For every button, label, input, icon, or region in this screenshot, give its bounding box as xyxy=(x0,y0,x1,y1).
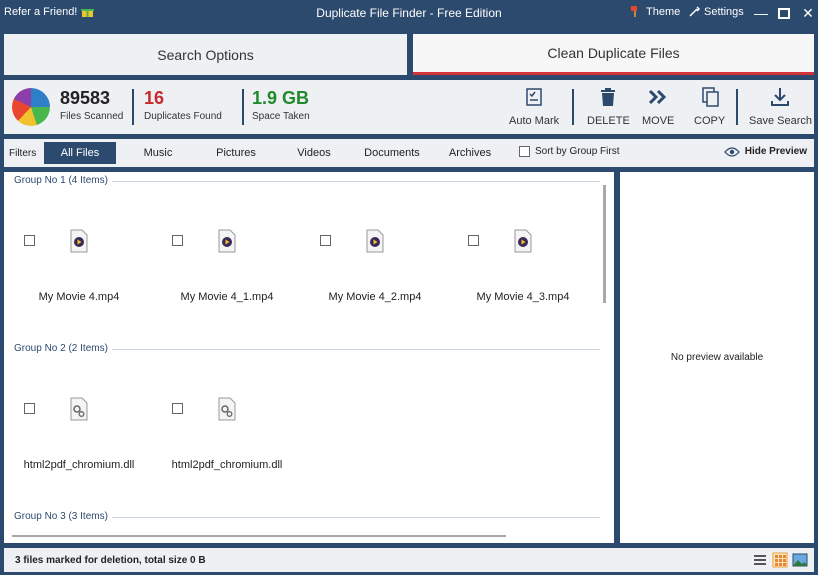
dll-file-icon xyxy=(218,397,236,421)
file-checkbox[interactable] xyxy=(24,235,35,246)
main-tabs: Search Options Clean Duplicate Files xyxy=(4,34,814,75)
status-text: 3 files marked for deletion, total size … xyxy=(15,555,206,566)
space-taken-label: Space Taken xyxy=(252,111,310,122)
file-checkbox[interactable] xyxy=(172,403,183,414)
minimize-icon: — xyxy=(754,5,768,21)
save-search-button[interactable]: Save Search xyxy=(749,86,812,127)
file-name: html2pdf_chromium.dll xyxy=(23,459,135,471)
tab-search-options[interactable]: Search Options xyxy=(4,34,407,75)
stats-bar: 89583 Files Scanned 16 Duplicates Found … xyxy=(4,80,814,134)
move-label: MOVE xyxy=(642,115,675,127)
file-item[interactable]: My Movie 4_2.mp4 xyxy=(300,229,440,325)
settings-label: Settings xyxy=(704,5,744,18)
move-chevrons-icon xyxy=(649,89,667,105)
video-file-icon xyxy=(70,229,88,253)
space-taken-value: 1.9 GB xyxy=(252,88,310,108)
close-icon: ✕ xyxy=(802,4,814,21)
filter-bar: Filters All Files Music Pictures Videos … xyxy=(4,139,814,167)
tab-clean-duplicate-files[interactable]: Clean Duplicate Files xyxy=(413,34,814,75)
list-view-icon[interactable] xyxy=(752,552,768,568)
maximize-icon xyxy=(778,7,790,19)
file-name: My Movie 4_3.mp4 xyxy=(476,291,570,303)
grid-view-icon[interactable] xyxy=(772,552,788,568)
file-name: My Movie 4.mp4 xyxy=(38,291,120,303)
hide-preview-label: Hide Preview xyxy=(744,146,807,157)
auto-mark-icon xyxy=(526,88,542,106)
eye-icon xyxy=(723,146,740,157)
preview-pane: No preview available xyxy=(620,172,814,543)
vertical-scrollbar[interactable] xyxy=(603,185,606,303)
delete-button[interactable]: DELETE xyxy=(587,86,630,127)
divider xyxy=(736,89,738,125)
pie-chart-icon xyxy=(12,88,50,126)
sort-by-group-label: Sort by Group First xyxy=(535,146,620,157)
video-file-icon xyxy=(366,229,384,253)
close-button[interactable]: ✕ xyxy=(797,3,818,23)
file-item[interactable]: My Movie 4_3.mp4 xyxy=(448,229,588,325)
horizontal-scrollbar[interactable] xyxy=(12,535,506,537)
theme-label: Theme xyxy=(646,5,681,18)
file-name: html2pdf_chromium.dll xyxy=(171,459,283,471)
theme-button[interactable]: Theme xyxy=(630,5,680,18)
filter-videos[interactable]: Videos xyxy=(278,142,350,164)
video-file-icon xyxy=(514,229,532,253)
group-header: Group No 2 (2 Items) xyxy=(14,343,112,354)
hide-preview-button[interactable]: Hide Preview xyxy=(723,146,807,157)
duplicates-found-label: Duplicates Found xyxy=(144,111,222,122)
video-file-icon xyxy=(218,229,236,253)
settings-tools-icon xyxy=(689,6,701,17)
minimize-button[interactable]: — xyxy=(750,3,772,23)
results-pane: Group No 1 (4 Items) My Movie 4.mp4 My M… xyxy=(4,172,614,543)
preview-placeholder: No preview available xyxy=(670,352,764,363)
file-checkbox[interactable] xyxy=(468,235,479,246)
file-item[interactable]: html2pdf_chromium.dll xyxy=(4,397,144,493)
auto-mark-label: Auto Mark xyxy=(509,115,560,127)
file-checkbox[interactable] xyxy=(24,403,35,414)
trash-icon xyxy=(601,88,616,106)
group-header: Group No 3 (3 Items) xyxy=(14,511,112,522)
files-scanned-stat: 89583 Files Scanned xyxy=(60,88,123,122)
copy-icon xyxy=(701,87,719,107)
settings-button[interactable]: Settings xyxy=(688,5,744,18)
title-bar: Refer a Friend! Duplicate File Finder - … xyxy=(0,0,818,26)
file-checkbox[interactable] xyxy=(172,235,183,246)
file-checkbox[interactable] xyxy=(320,235,331,246)
file-item[interactable]: My Movie 4.mp4 xyxy=(4,229,144,325)
dll-file-icon xyxy=(70,397,88,421)
file-item[interactable]: My Movie 4_1.mp4 xyxy=(152,229,292,325)
files-scanned-label: Files Scanned xyxy=(60,111,124,122)
filter-archives[interactable]: Archives xyxy=(434,142,506,164)
copy-button[interactable]: COPY xyxy=(694,86,725,127)
space-taken-stat: 1.9 GB Space Taken xyxy=(252,88,310,122)
filter-all-files[interactable]: All Files xyxy=(44,142,116,164)
filter-pictures[interactable]: Pictures xyxy=(200,142,272,164)
status-bar: 3 files marked for deletion, total size … xyxy=(4,548,814,572)
group-header: Group No 1 (4 Items) xyxy=(14,175,112,186)
delete-label: DELETE xyxy=(587,115,630,127)
download-icon xyxy=(771,88,790,106)
maximize-button[interactable] xyxy=(773,3,795,23)
divider xyxy=(572,89,574,125)
divider xyxy=(242,89,244,125)
auto-mark-button[interactable]: Auto Mark xyxy=(509,86,559,127)
files-scanned-value: 89583 xyxy=(60,88,111,108)
theme-brush-icon xyxy=(631,6,637,17)
save-search-label: Save Search xyxy=(749,115,812,127)
copy-label: COPY xyxy=(694,115,726,127)
sort-by-group-checkbox[interactable] xyxy=(519,146,530,157)
filter-music[interactable]: Music xyxy=(122,142,194,164)
file-item[interactable]: html2pdf_chromium.dll xyxy=(152,397,292,493)
duplicates-found-stat: 16 Duplicates Found xyxy=(144,88,222,122)
picture-view-icon[interactable] xyxy=(792,552,808,568)
filter-documents[interactable]: Documents xyxy=(356,142,428,164)
move-button[interactable]: MOVE xyxy=(642,86,674,127)
duplicates-found-value: 16 xyxy=(144,88,165,108)
file-name: My Movie 4_2.mp4 xyxy=(328,291,422,303)
divider xyxy=(132,89,134,125)
filters-label: Filters xyxy=(9,148,37,159)
file-name: My Movie 4_1.mp4 xyxy=(180,291,274,303)
sort-by-group-toggle[interactable]: Sort by Group First xyxy=(519,146,619,157)
